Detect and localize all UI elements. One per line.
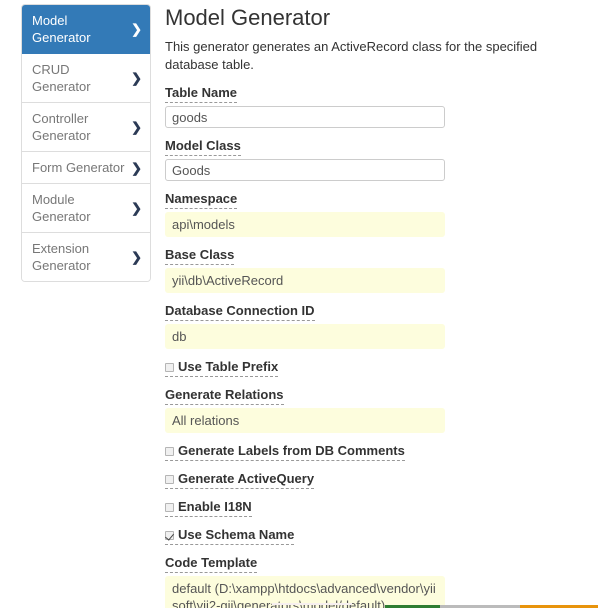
checkbox-label-use-table-prefix[interactable]: Use Table Prefix <box>165 359 279 377</box>
field-label-db-connection-id: Database Connection ID <box>165 303 315 321</box>
sidebar-item-controller-generator[interactable]: Controller Generator ❯ <box>22 103 150 152</box>
checkbox-generate-activequery[interactable] <box>165 475 174 484</box>
field-use-schema-name: Use Schema Name <box>165 526 585 545</box>
checkbox-text: Use Schema Name <box>178 527 295 542</box>
table-name-input[interactable] <box>165 106 445 128</box>
checkbox-enable-i18n[interactable] <box>165 503 174 512</box>
field-use-table-prefix: Use Table Prefix <box>165 358 585 377</box>
sidebar-item-form-generator[interactable]: Form Generator ❯ <box>22 152 150 184</box>
checkbox-text: Generate ActiveQuery <box>178 471 315 486</box>
sidebar-item-label: Module Generator <box>32 192 91 224</box>
sidebar-item-crud-generator[interactable]: CRUD Generator ❯ <box>22 54 150 103</box>
field-code-template: Code Template default (D:\xampp\htdocs\a… <box>165 554 585 608</box>
checkbox-use-table-prefix[interactable] <box>165 363 174 372</box>
field-base-class: Base Class yii\db\ActiveRecord <box>165 246 585 293</box>
field-label-base-class: Base Class <box>165 247 235 265</box>
chevron-right-icon: ❯ <box>131 160 142 175</box>
page-description: This generator generates an ActiveRecord… <box>165 39 538 72</box>
checkbox-label-generate-labels-from-db-comments[interactable]: Generate Labels from DB Comments <box>165 443 405 461</box>
model-class-input[interactable] <box>165 159 445 181</box>
base-class-input[interactable]: yii\db\ActiveRecord <box>165 268 445 293</box>
generator-sidebar: Model Generator ❯ CRUD Generator ❯ Contr… <box>21 4 151 282</box>
field-label-generate-relations: Generate Relations <box>165 387 284 405</box>
field-namespace: Namespace api\models <box>165 190 585 237</box>
page-title: Model Generator <box>165 5 331 30</box>
page-bottom-sliver <box>272 603 352 605</box>
checkbox-label-use-schema-name[interactable]: Use Schema Name <box>165 527 295 545</box>
field-label-namespace: Namespace <box>165 191 238 209</box>
field-label-table-name: Table Name <box>165 85 238 103</box>
sidebar-item-model-generator[interactable]: Model Generator ❯ <box>22 5 150 54</box>
checkbox-text: Enable I18N <box>178 499 252 514</box>
sidebar-item-label: Form Generator <box>32 160 125 175</box>
chevron-right-icon: ❯ <box>131 70 142 86</box>
sidebar-item-label: CRUD Generator <box>32 62 91 94</box>
field-label-model-class: Model Class <box>165 138 241 156</box>
checkbox-text: Generate Labels from DB Comments <box>178 443 405 458</box>
sidebar-item-label: Model Generator <box>32 13 91 45</box>
field-table-name: Table Name <box>165 84 585 128</box>
gii-model-generator-page: Model Generator ❯ CRUD Generator ❯ Contr… <box>0 0 598 608</box>
field-label-code-template: Code Template <box>165 555 258 573</box>
checkbox-label-generate-activequery[interactable]: Generate ActiveQuery <box>165 471 315 489</box>
sidebar-item-extension-generator[interactable]: Extension Generator ❯ <box>22 233 150 281</box>
sidebar-item-module-generator[interactable]: Module Generator ❯ <box>22 184 150 233</box>
model-generator-form: Table Name Model Class Namespace api\mod… <box>165 84 585 608</box>
chevron-right-icon: ❯ <box>131 249 142 265</box>
db-connection-id-input[interactable]: db <box>165 324 445 349</box>
field-enable-i18n: Enable I18N <box>165 498 585 517</box>
field-generate-relations: Generate Relations All relations <box>165 386 585 433</box>
generator-form-panel: Model Generator This generator generates… <box>165 4 585 608</box>
sidebar-item-label: Controller Generator <box>32 111 91 143</box>
checkbox-label-enable-i18n[interactable]: Enable I18N <box>165 499 252 517</box>
generate-relations-select[interactable]: All relations <box>165 408 445 433</box>
field-model-class: Model Class <box>165 137 585 181</box>
chevron-right-icon: ❯ <box>131 119 142 135</box>
sidebar-item-label: Extension Generator <box>32 241 91 273</box>
field-generate-activequery: Generate ActiveQuery <box>165 470 585 489</box>
field-generate-labels-from-db-comments: Generate Labels from DB Comments <box>165 442 585 461</box>
checkbox-text: Use Table Prefix <box>178 359 279 374</box>
chevron-right-icon: ❯ <box>131 21 142 37</box>
chevron-right-icon: ❯ <box>131 200 142 216</box>
namespace-input[interactable]: api\models <box>165 212 445 237</box>
field-db-connection-id: Database Connection ID db <box>165 302 585 349</box>
checkbox-use-schema-name[interactable] <box>165 531 174 540</box>
checkbox-generate-labels-from-db-comments[interactable] <box>165 447 174 456</box>
